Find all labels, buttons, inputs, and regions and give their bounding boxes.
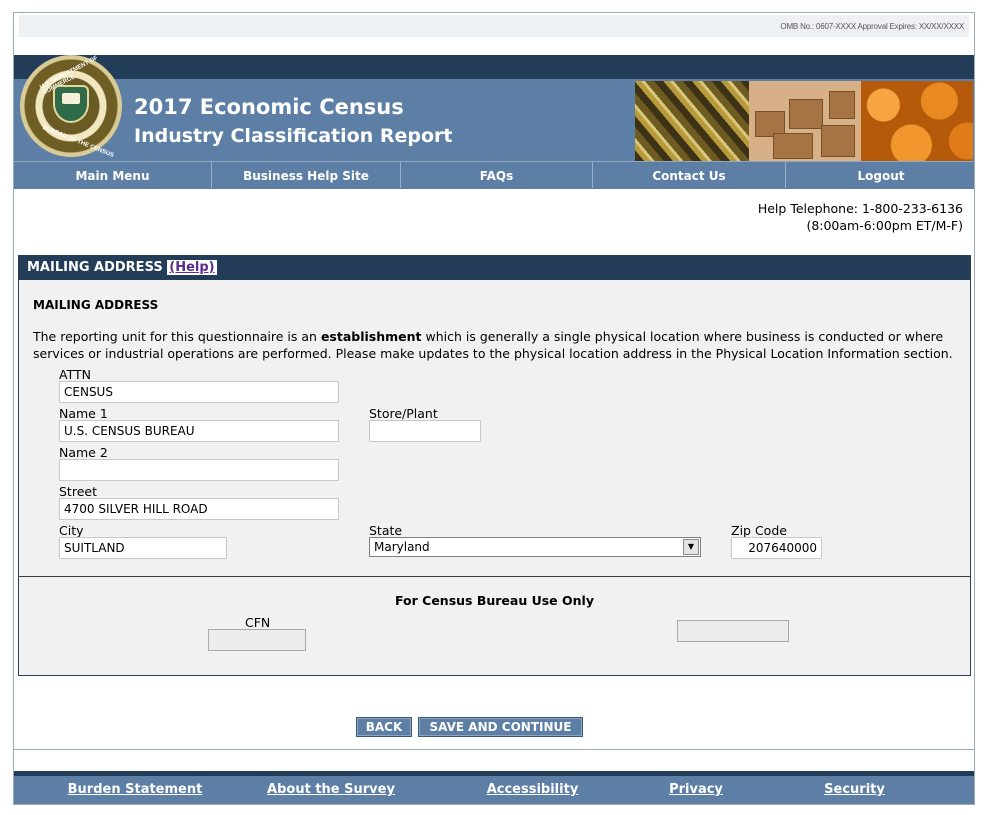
census-seal-logo: U.S. DEPARTMENT OF COMMERCE BUREAU OF TH… [20,55,122,160]
city-label: City [59,523,84,538]
section-divider [19,576,970,577]
nav-main-menu[interactable]: Main Menu [14,162,212,188]
name1-label: Name 1 [59,406,108,421]
nav-contact-us[interactable]: Contact Us [593,162,786,188]
section-header: MAILING ADDRESS (Help) [19,256,970,280]
seal-book-icon [62,93,80,104]
state-select[interactable]: Maryland ▼ [369,537,701,557]
attn-label: ATTN [59,367,91,382]
title-line-2: Industry Classification Report [134,125,453,147]
name2-input[interactable] [59,459,339,481]
nav-faqs[interactable]: FAQs [401,162,593,188]
dropdown-arrow-icon[interactable]: ▼ [683,539,699,555]
store-plant-label: Store/Plant [369,406,438,421]
name1-input[interactable]: U.S. CENSUS BUREAU [59,420,339,442]
footer-about-the-survey[interactable]: About the Survey [256,771,406,801]
page-frame: OMB No.: 0607-XXXX Approval Expires: XX/… [13,12,975,805]
hardware-photo [635,81,749,161]
store-plant-input[interactable] [369,420,481,442]
boxes-photo [749,81,861,161]
footer-accessibility[interactable]: Accessibility [406,771,659,801]
nav-business-help-site[interactable]: Business Help Site [212,162,401,188]
street-input[interactable]: 4700 SILVER HILL ROAD [59,498,339,520]
footer-privacy[interactable]: Privacy [659,771,733,801]
census-use-heading: For Census Bureau Use Only [395,593,594,608]
header-photos [635,81,973,161]
seal-shield [53,85,89,123]
establishment-term: establishment [320,329,422,344]
main-nav: Main Menu Business Help Site FAQs Contac… [14,161,974,189]
street-label: Street [59,484,97,499]
footer-burden-statement[interactable]: Burden Statement [14,771,256,801]
cfn-input [208,629,306,651]
nav-logout[interactable]: Logout [786,162,974,188]
section-subtitle: MAILING ADDRESS [33,298,159,312]
section-description: The reporting unit for this questionnair… [33,329,953,361]
state-label: State [369,523,403,538]
back-button[interactable]: BACK [356,717,412,737]
header-banner: U.S. DEPARTMENT OF COMMERCE BUREAU OF TH… [14,55,974,161]
title-line-1: 2017 Economic Census [134,95,404,119]
page-title: 2017 Economic Census Industry Classifica… [134,93,452,151]
help-link[interactable]: (Help) [167,260,217,275]
omb-notice: OMB No.: 0607-XXXX Approval Expires: XX/… [19,15,969,37]
footer-divider [14,749,974,750]
footer-security[interactable]: Security [733,771,974,801]
help-telephone: Help Telephone: 1-800-233-6136 (8:00am-6… [758,200,963,234]
city-input[interactable]: SUITLAND [59,537,227,559]
state-selected-value: Maryland [374,540,430,554]
name2-label: Name 2 [59,445,108,460]
help-phone-number: Help Telephone: 1-800-233-6136 [757,201,963,216]
mailing-address-section: MAILING ADDRESS (Help) MAILING ADDRESS T… [18,255,971,676]
zip-label: Zip Code [731,523,787,538]
cfn-label: CFN [245,615,271,630]
help-hours: (8:00am-6:00pm ET/M-F) [806,218,963,233]
section-heading: MAILING ADDRESS [27,260,163,275]
zip-input[interactable]: 207640000 [731,537,822,559]
save-and-continue-button[interactable]: SAVE AND CONTINUE [418,717,583,737]
footer-nav: Burden Statement About the Survey Access… [14,771,974,804]
attn-input[interactable]: CENSUS [59,381,339,403]
oranges-photo [861,81,973,161]
census-use-field [677,620,789,642]
seal-bottom-text: BUREAU OF THE CENSUS [41,124,115,160]
